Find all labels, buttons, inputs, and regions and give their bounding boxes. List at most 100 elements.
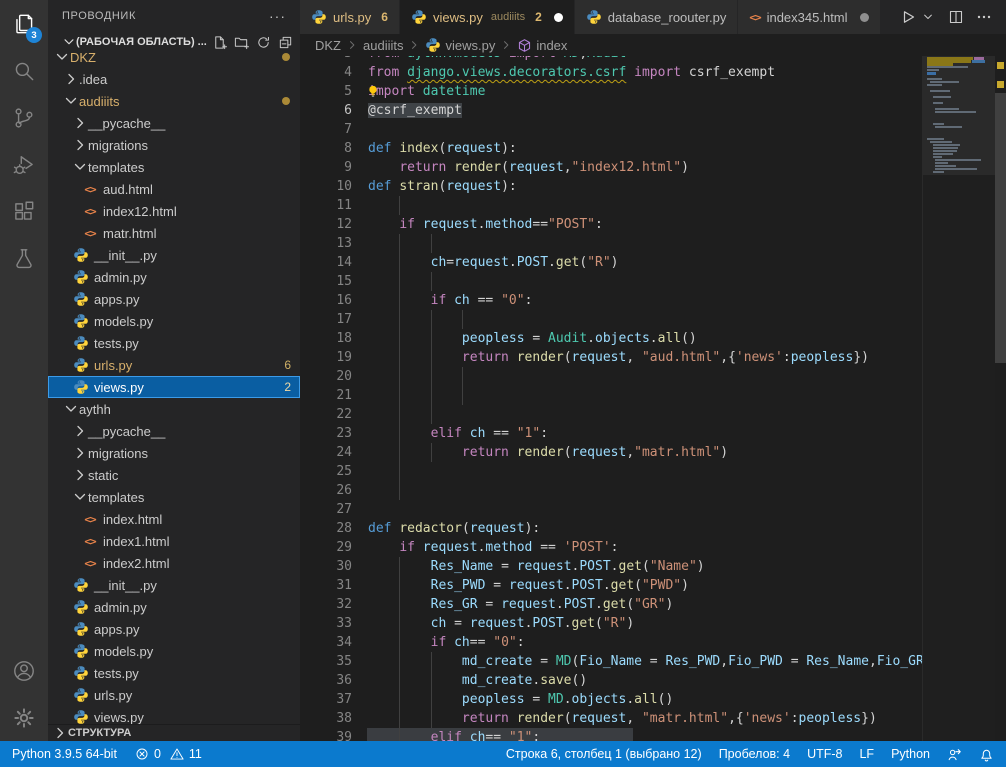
tree-item-apps-py[interactable]: apps.py bbox=[48, 288, 300, 310]
code-line-22[interactable]: 22 bbox=[300, 405, 922, 424]
tree-item-matr-html[interactable]: <>matr.html bbox=[48, 222, 300, 244]
tab-database-roouter-py[interactable]: database_roouter.py bbox=[575, 0, 739, 34]
tree-item--init-py[interactable]: __init__.py bbox=[48, 244, 300, 266]
breadcrumb-item-views-py[interactable]: views.py bbox=[425, 37, 495, 53]
tree-item-apps-py[interactable]: apps.py bbox=[48, 618, 300, 640]
sidebar-more-actions-button[interactable]: ··· bbox=[269, 8, 286, 24]
tree-item--pycache-[interactable]: __pycache__ bbox=[48, 112, 300, 134]
activitybar-extensions[interactable] bbox=[0, 188, 48, 235]
code-line-9[interactable]: 9 return render(request,"index12.html") bbox=[300, 158, 922, 177]
tree-item-index12-html[interactable]: <>index12.html bbox=[48, 200, 300, 222]
code-line-28[interactable]: 28def redactor(request): bbox=[300, 519, 922, 538]
activitybar-source-control[interactable] bbox=[0, 94, 48, 141]
new-folder-icon[interactable] bbox=[232, 33, 250, 51]
encoding-status[interactable]: UTF-8 bbox=[807, 747, 842, 761]
code-line-11[interactable]: 11 bbox=[300, 196, 922, 215]
tree-item-views-py[interactable]: views.py2 bbox=[48, 376, 300, 398]
tree-item-aythh[interactable]: aythh bbox=[48, 398, 300, 420]
split-editor-button[interactable] bbox=[948, 9, 964, 25]
language-mode-status[interactable]: Python bbox=[891, 747, 930, 761]
code-line-6[interactable]: 6@csrf_exempt bbox=[300, 101, 922, 120]
code-line-27[interactable]: 27 bbox=[300, 500, 922, 519]
tab-urls-py[interactable]: urls.py6 bbox=[300, 0, 400, 34]
tree-item--idea[interactable]: .idea bbox=[48, 68, 300, 90]
code-line-4[interactable]: 4from django.views.decorators.csrf impor… bbox=[300, 63, 922, 82]
dirty-indicator-dot[interactable] bbox=[860, 13, 869, 22]
code-line-24[interactable]: 24 return render(request,"matr.html") bbox=[300, 443, 922, 462]
indentation-status[interactable]: Пробелов: 4 bbox=[719, 747, 790, 761]
code-line-35[interactable]: 35 md_create = MD(Fio_Name = Res_PWD,Fio… bbox=[300, 652, 922, 671]
code-line-29[interactable]: 29 if request.method == 'POST': bbox=[300, 538, 922, 557]
tree-item-templates[interactable]: templates bbox=[48, 156, 300, 178]
dirty-indicator-dot[interactable] bbox=[554, 13, 563, 22]
code-line-37[interactable]: 37 peopless = MD.objects.all() bbox=[300, 690, 922, 709]
tree-item-index-html[interactable]: <>index.html bbox=[48, 508, 300, 530]
tree-item-admin-py[interactable]: admin.py bbox=[48, 596, 300, 618]
breadcrumb-item-audiiits[interactable]: audiiits bbox=[363, 38, 403, 53]
editor-scrollbar[interactable] bbox=[995, 56, 1006, 741]
tree-item-admin-py[interactable]: admin.py bbox=[48, 266, 300, 288]
activitybar-explorer[interactable]: 3 bbox=[0, 0, 48, 47]
tree-item-static[interactable]: static bbox=[48, 464, 300, 486]
tree-item-views-py[interactable]: views.py bbox=[48, 706, 300, 724]
tree-item-migrations[interactable]: migrations bbox=[48, 442, 300, 464]
more-button[interactable] bbox=[976, 9, 992, 25]
python-interpreter-status[interactable]: Python 3.9.5 64-bit bbox=[12, 747, 117, 761]
cursor-position-status[interactable]: Строка 6, столбец 1 (выбрано 12) bbox=[506, 747, 702, 761]
tree-item-models-py[interactable]: models.py bbox=[48, 310, 300, 332]
code-line-30[interactable]: 30 Res_Name = request.POST.get("Name") bbox=[300, 557, 922, 576]
code-line-34[interactable]: 34 if ch== "0": bbox=[300, 633, 922, 652]
code-line-7[interactable]: 7 bbox=[300, 120, 922, 139]
code-editor[interactable]: 3from aythh.models import MD,Audit4from … bbox=[300, 56, 1006, 741]
feedback-icon[interactable] bbox=[947, 747, 962, 762]
code-line-31[interactable]: 31 Res_PWD = request.POST.get("PWD") bbox=[300, 576, 922, 595]
code-line-38[interactable]: 38 return render(request, "matr.html",{'… bbox=[300, 709, 922, 728]
activitybar-settings[interactable] bbox=[0, 694, 48, 741]
run-button[interactable] bbox=[900, 9, 916, 25]
code-line-8[interactable]: 8def index(request): bbox=[300, 139, 922, 158]
code-line-18[interactable]: 18 peopless = Audit.objects.all() bbox=[300, 329, 922, 348]
code-line-21[interactable]: 21 bbox=[300, 386, 922, 405]
refresh-icon[interactable] bbox=[254, 33, 272, 51]
code-line-23[interactable]: 23 elif ch == "1": bbox=[300, 424, 922, 443]
tree-item-tests-py[interactable]: tests.py bbox=[48, 662, 300, 684]
collapse-all-icon[interactable] bbox=[276, 33, 294, 51]
bell-icon[interactable] bbox=[979, 747, 994, 762]
tree-item-audiiits[interactable]: audiiits bbox=[48, 90, 300, 112]
minimap[interactable] bbox=[922, 56, 995, 741]
tree-item-templates[interactable]: templates bbox=[48, 486, 300, 508]
tree-item-index1-html[interactable]: <>index1.html bbox=[48, 530, 300, 552]
scrollbar-thumb[interactable] bbox=[995, 93, 1006, 363]
code-line-16[interactable]: 16 if ch == "0": bbox=[300, 291, 922, 310]
code-line-19[interactable]: 19 return render(request, "aud.html",{'n… bbox=[300, 348, 922, 367]
tree-item-tests-py[interactable]: tests.py bbox=[48, 332, 300, 354]
code-line-5[interactable]: 5import datetime bbox=[300, 82, 922, 101]
code-line-14[interactable]: 14 ch=request.POST.get("R") bbox=[300, 253, 922, 272]
breadcrumb-item-index[interactable]: index bbox=[517, 38, 567, 53]
code-line-13[interactable]: 13 bbox=[300, 234, 922, 253]
code-line-15[interactable]: 15 bbox=[300, 272, 922, 291]
code-line-25[interactable]: 25 bbox=[300, 462, 922, 481]
code-line-10[interactable]: 10def stran(request): bbox=[300, 177, 922, 196]
code-line-26[interactable]: 26 bbox=[300, 481, 922, 500]
lightbulb-icon[interactable] bbox=[366, 84, 380, 99]
activitybar-search[interactable] bbox=[0, 47, 48, 94]
tree-item-DKZ[interactable]: DKZ bbox=[48, 52, 300, 68]
tree-item-urls-py[interactable]: urls.py6 bbox=[48, 354, 300, 376]
code-line-33[interactable]: 33 ch = request.POST.get("R") bbox=[300, 614, 922, 633]
code-line-20[interactable]: 20 bbox=[300, 367, 922, 386]
problems-status[interactable]: 0 11 bbox=[135, 747, 202, 761]
tree-item-aud-html[interactable]: <>aud.html bbox=[48, 178, 300, 200]
code-line-32[interactable]: 32 Res_GR = request.POST.get("GR") bbox=[300, 595, 922, 614]
tab-index345-html[interactable]: <>index345.html bbox=[738, 0, 880, 34]
tab-views-py[interactable]: views.pyaudiiits2 bbox=[400, 0, 575, 34]
workspace-section-header[interactable]: (РАБОЧАЯ ОБЛАСТЬ) ... bbox=[48, 32, 300, 52]
tree-item--init-py[interactable]: __init__.py bbox=[48, 574, 300, 596]
tree-item-migrations[interactable]: migrations bbox=[48, 134, 300, 156]
activitybar-run-debug[interactable] bbox=[0, 141, 48, 188]
tree-item-index2-html[interactable]: <>index2.html bbox=[48, 552, 300, 574]
activitybar-account[interactable] bbox=[0, 647, 48, 694]
activitybar-testing[interactable] bbox=[0, 235, 48, 282]
code-line-3[interactable]: 3from aythh.models import MD,Audit bbox=[300, 56, 922, 63]
outline-section-header[interactable]: СТРУКТУРА bbox=[48, 724, 300, 741]
